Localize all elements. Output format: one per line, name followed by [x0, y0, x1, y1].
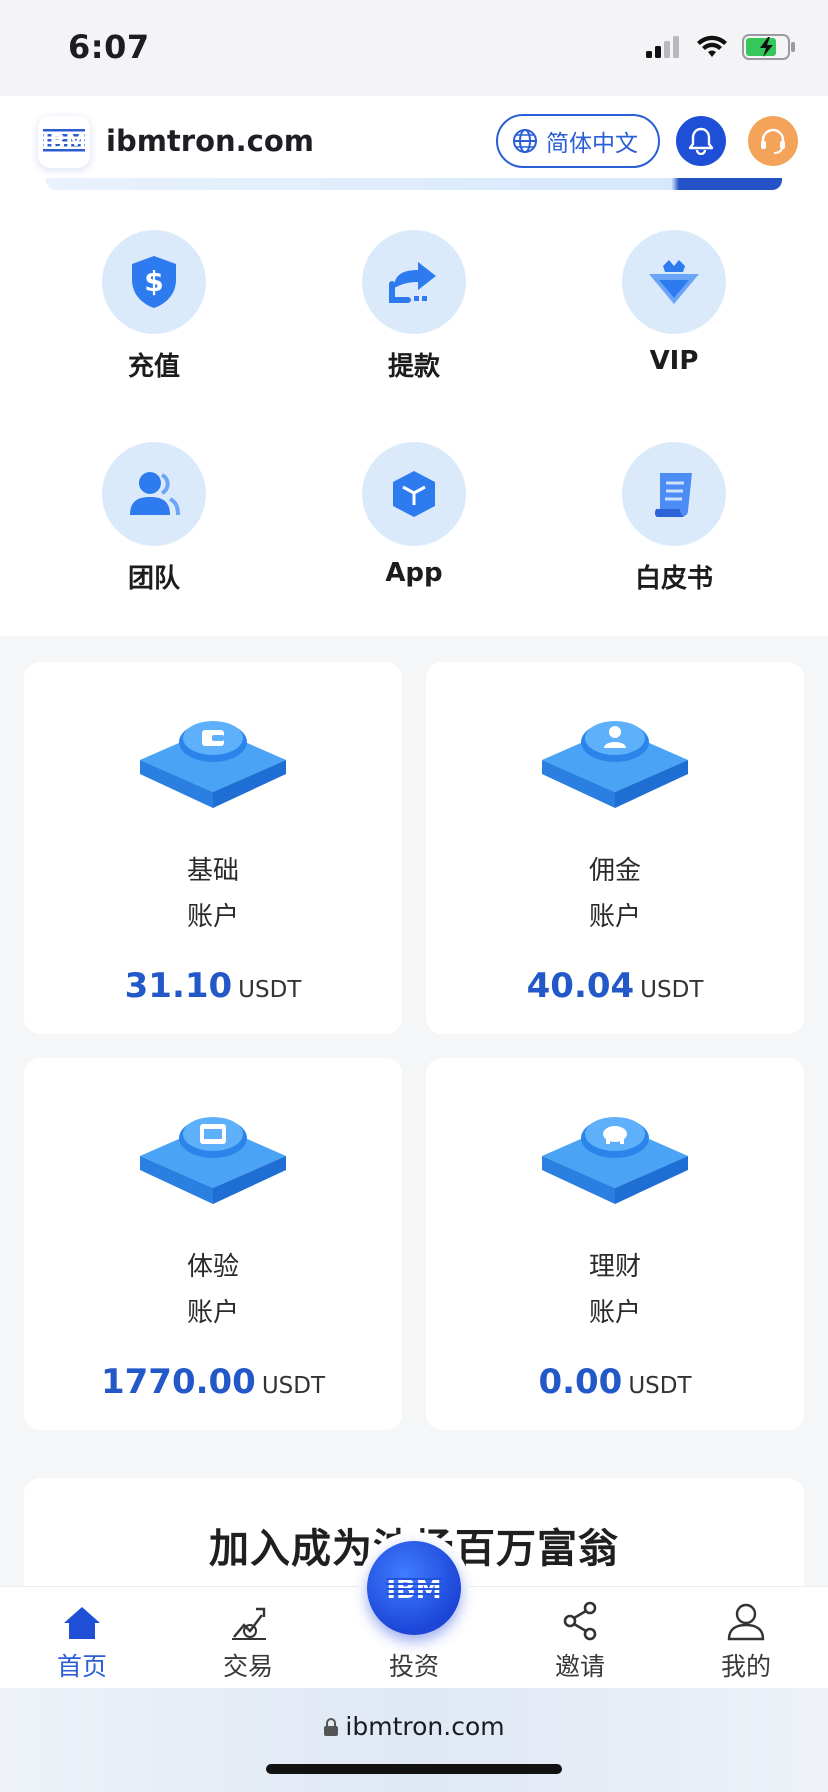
wallet-icon — [140, 721, 286, 808]
signal-icon — [646, 36, 679, 58]
wifi-icon — [697, 35, 727, 57]
team-users-icon — [130, 472, 180, 516]
account-card-trial[interactable]: 体验 账户 1770.00 USDT — [24, 1058, 402, 1430]
account-name: 佣金 — [588, 856, 641, 886]
balance-unit: USDT — [238, 977, 302, 1003]
quick-action-label: App — [385, 558, 443, 588]
quick-action-app[interactable]: App — [314, 442, 514, 588]
tab-label: 首页 — [56, 1652, 107, 1681]
tab-invite[interactable]: 邀请 — [520, 1599, 640, 1683]
dollar-shield-icon: $ — [132, 256, 176, 308]
account-card-commission[interactable]: 佣金 账户 40.04 USDT — [426, 662, 804, 1034]
vip-crown-icon — [649, 260, 699, 304]
language-label: 简体中文 — [546, 131, 638, 157]
quick-action-label: VIP — [649, 346, 699, 376]
home-icon — [64, 1607, 100, 1639]
ibm-logo-icon: IBM — [43, 129, 85, 154]
battery-icon — [742, 34, 795, 60]
url-display[interactable]: ibmtron.com — [0, 1712, 828, 1741]
tab-home[interactable]: 首页 — [22, 1599, 142, 1683]
home-indicator[interactable] — [266, 1764, 562, 1774]
user-icon — [542, 721, 688, 808]
quick-action-withdraw[interactable]: 提款 — [314, 230, 514, 383]
status-bar: 6:07 — [0, 0, 828, 96]
share-icon — [563, 1601, 597, 1641]
site-title: ibmtron.com — [106, 124, 314, 158]
account-subtitle: 账户 — [588, 1298, 641, 1328]
quick-action-icon-bg — [362, 230, 466, 334]
quick-action-deposit[interactable]: $ 充值 — [54, 230, 254, 383]
tab-trade[interactable]: 交易 — [188, 1599, 308, 1683]
globe-icon — [513, 129, 537, 153]
quick-action-icon-bg — [102, 442, 206, 546]
account-subtitle: 账户 — [186, 902, 239, 932]
tab-label: 邀请 — [554, 1652, 605, 1681]
quick-action-whitepaper[interactable]: 白皮书 — [574, 442, 774, 595]
browser-url-bar[interactable]: ibmtron.com — [0, 1688, 828, 1792]
svg-text:IBM: IBM — [43, 130, 85, 154]
quick-action-icon-bg: $ — [102, 230, 206, 334]
bell-icon — [688, 127, 714, 155]
balance-value: 40.04 — [526, 966, 635, 1006]
tab-label: 交易 — [222, 1652, 273, 1681]
quick-action-icon-bg — [362, 442, 466, 546]
quick-action-label: 团队 — [127, 564, 180, 594]
tab-profile[interactable]: 我的 — [686, 1599, 806, 1683]
app-cube-icon — [393, 471, 435, 517]
svg-text:$: $ — [144, 265, 163, 298]
quick-action-label: 充值 — [127, 352, 180, 382]
headset-icon — [761, 128, 785, 154]
account-balance: 31.10 USDT — [24, 966, 402, 1006]
account-card-basic[interactable]: 基础 账户 31.10 USDT — [24, 662, 402, 1034]
account-subtitle: 账户 — [186, 1298, 239, 1328]
withdraw-arrow-icon — [389, 262, 436, 303]
balance-value: 1770.00 — [100, 1362, 256, 1402]
account-name: 基础 — [186, 856, 239, 886]
balance-value: 0.00 — [538, 1362, 623, 1402]
invest-ibm-icon: IBM — [386, 1575, 442, 1605]
card-icon — [140, 1117, 286, 1204]
balance-unit: USDT — [261, 1373, 326, 1399]
quick-action-label: 白皮书 — [634, 564, 713, 594]
tab-label: 我的 — [720, 1652, 771, 1681]
quick-action-label: 提款 — [387, 352, 440, 382]
invest-fab[interactable]: IBM — [358, 1532, 470, 1644]
account-name: 体验 — [186, 1252, 239, 1282]
whitepaper-scroll-icon — [654, 473, 692, 517]
trade-icon — [232, 1607, 266, 1640]
account-subtitle: 账户 — [588, 902, 641, 932]
status-icons — [646, 34, 796, 60]
account-name: 理财 — [588, 1252, 641, 1282]
account-balance: 40.04 USDT — [426, 966, 804, 1006]
account-balance: 1770.00 USDT — [24, 1362, 402, 1402]
quick-action-vip[interactable]: VIP — [574, 230, 774, 376]
balance-unit: USDT — [640, 977, 704, 1003]
quick-actions-panel: $ 充值 提款 VIP 团队 App 白皮书 — [0, 192, 828, 636]
banner-edge — [46, 178, 782, 190]
quick-action-icon-bg — [622, 230, 726, 334]
piggy-bank-icon — [542, 1117, 688, 1204]
quick-action-icon-bg — [622, 442, 726, 546]
balance-unit: USDT — [628, 1373, 692, 1399]
customer-service-button[interactable] — [748, 116, 798, 166]
account-card-wealth[interactable]: 理财 账户 0.00 USDT — [426, 1058, 804, 1430]
profile-icon — [727, 1603, 765, 1641]
balance-value: 31.10 — [124, 966, 233, 1006]
language-selector-button[interactable]: 简体中文 — [496, 114, 660, 168]
notification-button[interactable] — [676, 116, 726, 166]
lock-icon — [324, 1718, 339, 1736]
tab-label: 投资 — [388, 1652, 439, 1681]
account-balance: 0.00 USDT — [426, 1362, 804, 1402]
quick-action-team[interactable]: 团队 — [54, 442, 254, 595]
url-text: ibmtron.com — [345, 1712, 505, 1741]
status-time: 6:07 — [68, 28, 150, 66]
invest-fab-button[interactable]: IBM — [367, 1541, 461, 1635]
ibm-logo[interactable]: IBM — [38, 116, 90, 168]
